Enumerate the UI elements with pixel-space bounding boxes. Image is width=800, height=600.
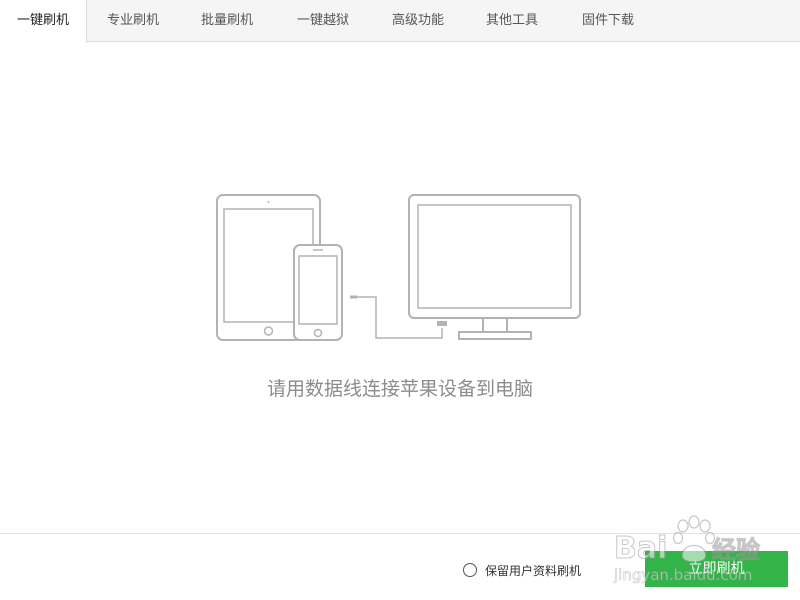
tab-one-click-flash[interactable]: 一键刷机 [0,0,87,43]
monitor-icon [408,194,581,340]
tab-other-tools[interactable]: 其他工具 [465,0,559,42]
tab-batch-flash[interactable]: 批量刷机 [179,0,275,42]
flash-now-button[interactable]: 立即刷机 [645,551,788,587]
keep-data-option[interactable]: 保留用户资料刷机 [463,560,581,580]
tab-firmware-download[interactable]: 固件下载 [559,0,657,42]
iphone-icon [293,244,343,341]
tab-pro-flash[interactable]: 专业刷机 [87,0,179,42]
keep-data-label: 保留用户资料刷机 [485,563,582,578]
footer-divider [0,533,800,534]
tab-bar: 一键刷机 专业刷机 批量刷机 一键越狱 高级功能 其他工具 固件下载 [0,0,800,43]
keep-data-radio[interactable] [463,563,477,577]
connect-device-prompt: 请用数据线连接苹果设备到电脑 [266,378,533,400]
app-window: 一键刷机 专业刷机 批量刷机 一键越狱 高级功能 其他工具 固件下载 请用数据线… [0,0,800,600]
tab-one-click-jailbreak[interactable]: 一键越狱 [275,0,371,42]
device-connection-illustration [216,194,581,341]
tab-advanced-features[interactable]: 高级功能 [371,0,465,42]
